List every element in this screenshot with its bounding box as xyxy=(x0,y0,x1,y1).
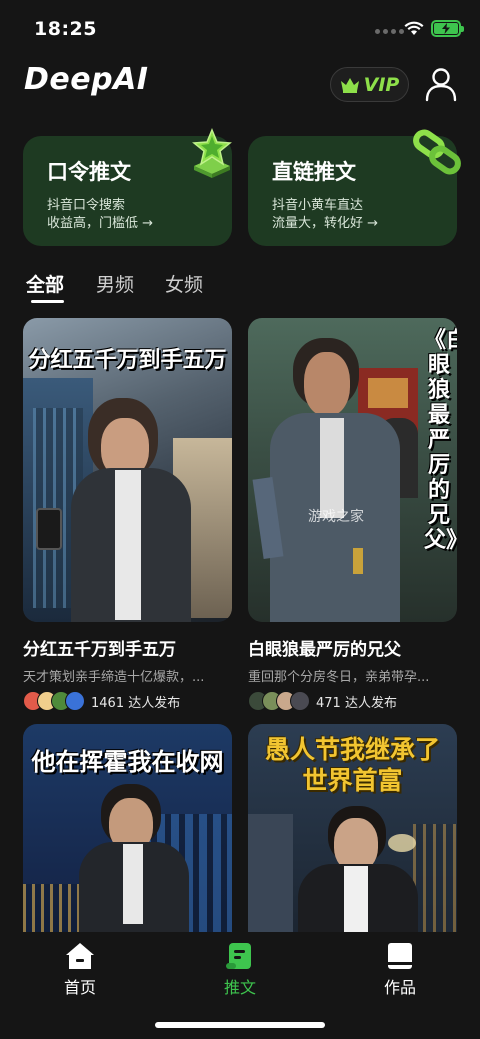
card-description: 天才策划亲手缔造十亿爆款，... xyxy=(23,670,205,685)
category-tabs: 全部 男频 女频 xyxy=(0,270,480,306)
active-tab-indicator xyxy=(31,300,64,303)
avatar-group xyxy=(248,691,310,711)
tab-female[interactable]: 女频 xyxy=(165,270,203,297)
card-title: 分红五千万到手五万 xyxy=(23,640,176,660)
drama-cover[interactable]: 分红五千万到手五万 xyxy=(23,318,232,622)
avatar xyxy=(65,691,85,711)
home-indicator xyxy=(155,1022,325,1028)
publisher-count: 471 达人发布 xyxy=(316,695,397,711)
nav-home[interactable]: 首页 xyxy=(40,942,120,998)
watermark: 游戏之家 xyxy=(308,509,364,525)
scroll-icon xyxy=(226,943,251,969)
card-meta: 1461 达人发布 xyxy=(23,690,232,712)
drama-card[interactable]: 《白眼狼最严厉的兄父》 游戏之家 K73 白眼狼最严厉的兄父 重回那个分房冬日，… xyxy=(248,318,457,712)
chain-link-icon xyxy=(413,129,461,175)
home-icon xyxy=(66,943,94,969)
promo-title: 直链推文 xyxy=(272,160,356,184)
crown-icon xyxy=(340,77,359,93)
publisher-count: 1461 达人发布 xyxy=(91,695,181,711)
promo-cta: 收益高，门槛低 → xyxy=(47,216,154,231)
book-icon xyxy=(388,943,412,969)
status-bar: 18:25 xyxy=(0,0,480,56)
nav-label: 首页 xyxy=(63,978,96,997)
vip-label: VIP xyxy=(363,73,400,96)
promo-subtitle: 抖音口令搜索 xyxy=(47,198,126,213)
promo-title: 口令推文 xyxy=(47,160,131,184)
app-logo: DeepAI xyxy=(24,62,149,97)
drama-cover[interactable]: 《白眼狼最严厉的兄父》 游戏之家 K73 xyxy=(248,318,457,622)
profile-icon[interactable] xyxy=(423,66,459,102)
nav-works[interactable]: 作品 xyxy=(360,942,440,998)
promo-card-zhilian[interactable]: 直链推文 抖音小黄车直达 流量大，转化好 → xyxy=(248,129,461,246)
nav-label: 推文 xyxy=(223,978,256,997)
drama-card[interactable]: 分红五千万到手五万 分红五千万到手五万 天才策划亲手缔造十亿爆款，... 146… xyxy=(23,318,232,712)
battery-icon xyxy=(431,20,464,37)
card-description: 重回那个分房冬日，亲弟带孕... xyxy=(248,670,430,685)
avatar-group xyxy=(23,691,85,711)
cover-title: 分红五千万到手五万 xyxy=(28,348,227,373)
card-title: 白眼狼最严厉的兄父 xyxy=(248,640,401,660)
nav-tuiwen[interactable]: 推文 xyxy=(200,942,280,998)
trophy-star-icon xyxy=(192,128,232,178)
cover-title: 《白眼狼最严厉的兄父》 xyxy=(424,328,457,553)
avatar xyxy=(290,691,310,711)
status-time: 18:25 xyxy=(34,18,97,40)
signal-icon xyxy=(375,29,404,34)
promo-subtitle: 抖音小黄车直达 xyxy=(272,198,364,213)
wifi-icon xyxy=(404,21,424,35)
tab-all[interactable]: 全部 xyxy=(26,270,64,297)
cover-title: 他在挥霍我在收网 xyxy=(31,748,224,776)
vip-button[interactable]: VIP xyxy=(330,67,409,102)
promo-card-kouling[interactable]: 口令推文 抖音口令搜索 收益高，门槛低 → xyxy=(23,128,232,246)
tab-male[interactable]: 男频 xyxy=(96,270,134,297)
promo-cta: 流量大，转化好 → xyxy=(272,216,379,231)
cover-title: 愚人节我继承了世界首富 xyxy=(264,735,440,795)
card-meta: 471 达人发布 xyxy=(248,690,457,712)
nav-label: 作品 xyxy=(383,978,416,997)
